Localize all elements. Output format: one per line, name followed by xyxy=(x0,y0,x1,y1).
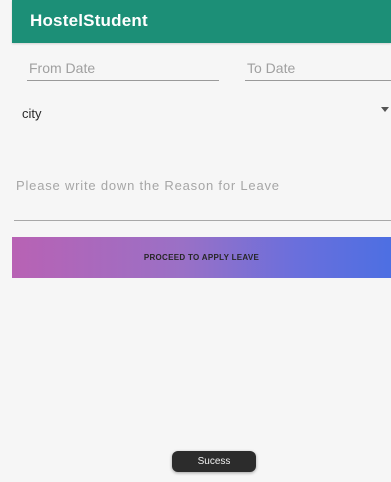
reason-field-container xyxy=(14,168,391,221)
to-date-field[interactable]: To Date xyxy=(245,56,391,81)
toast-message: Sucess xyxy=(172,451,256,472)
from-date-field[interactable]: From Date xyxy=(27,56,219,81)
to-date-placeholder: To Date xyxy=(247,60,296,76)
from-date-placeholder: From Date xyxy=(29,60,96,76)
city-selected-value: city xyxy=(22,106,42,121)
app-title: HostelStudent xyxy=(30,11,148,30)
apply-leave-button[interactable]: PROCEED TO APPLY LEAVE xyxy=(12,237,391,278)
dropdown-arrow-icon xyxy=(381,107,389,112)
app-bar: HostelStudent xyxy=(12,0,391,43)
reason-input[interactable] xyxy=(14,174,391,196)
city-dropdown[interactable]: city xyxy=(0,100,391,124)
